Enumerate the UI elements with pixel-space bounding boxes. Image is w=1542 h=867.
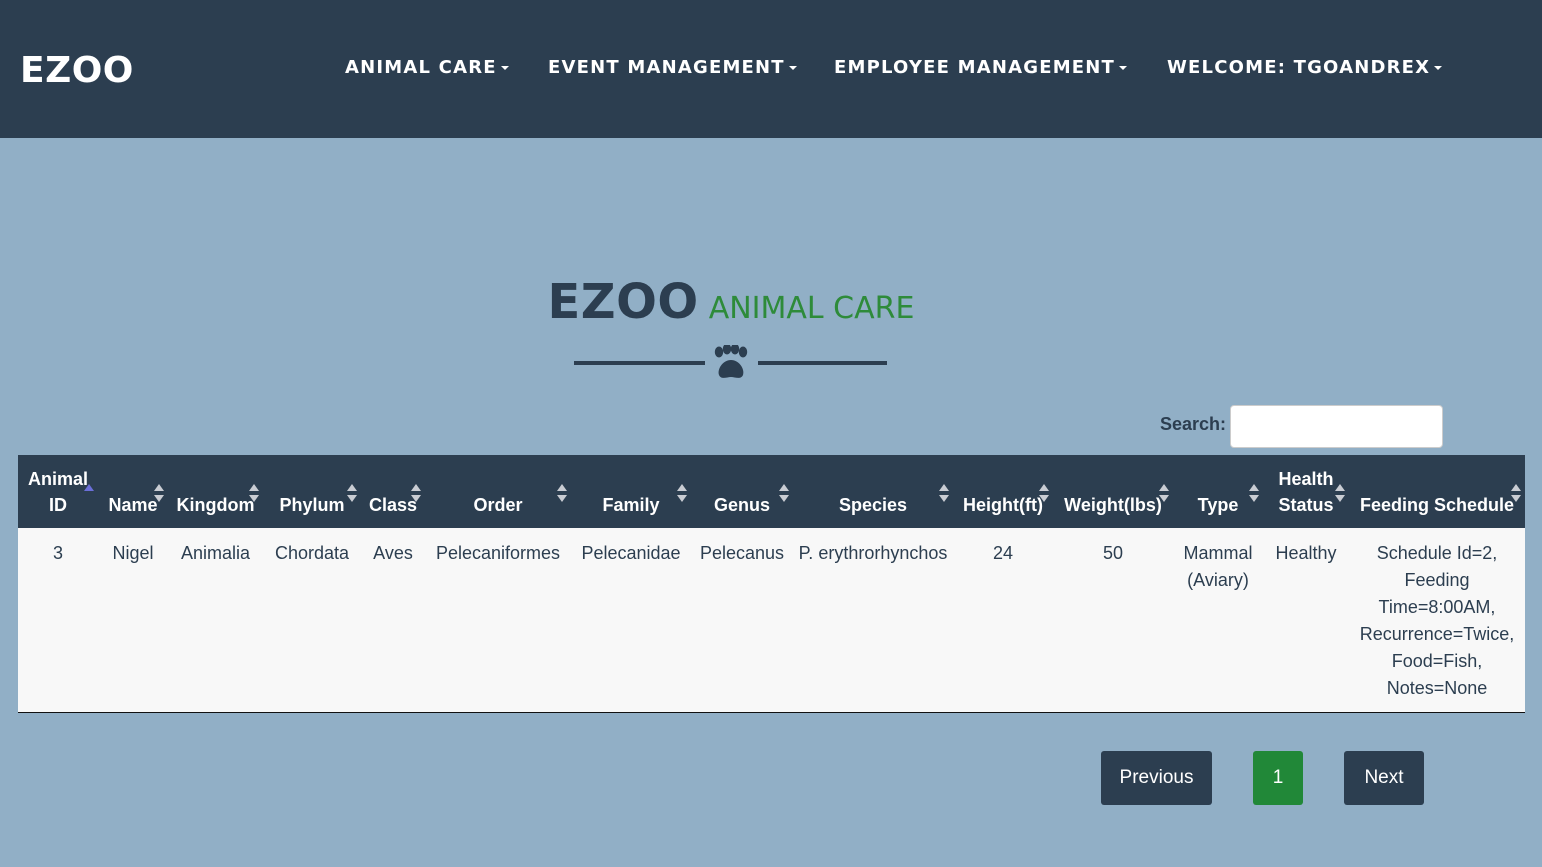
top-navbar: EZOO ANIMAL CARE EVENT MANAGEMENT EMPLOY… bbox=[0, 0, 1542, 138]
column-header-label: Genus bbox=[713, 495, 770, 515]
sort-both-icon bbox=[411, 484, 421, 502]
cell-type: Mammal (Aviary) bbox=[1173, 528, 1263, 713]
caret-down-icon bbox=[788, 66, 797, 70]
animal-table: Animal ID Name Kingdom Phylum Class Order… bbox=[18, 455, 1525, 713]
sort-both-icon bbox=[1511, 484, 1521, 502]
sort-both-icon bbox=[249, 484, 259, 502]
sort-both-icon bbox=[154, 484, 164, 502]
paw-icon bbox=[714, 345, 748, 378]
nav-event-management-dropdown[interactable]: EVENT MANAGEMENT bbox=[548, 57, 797, 78]
pagination-previous-button[interactable]: Previous bbox=[1101, 751, 1212, 805]
column-header-species[interactable]: Species bbox=[793, 455, 953, 528]
page-heading: EZOO ANIMAL CARE bbox=[0, 274, 1462, 330]
column-header-line1: Health bbox=[1278, 469, 1334, 489]
sort-both-icon bbox=[347, 484, 357, 502]
column-header-family[interactable]: Family bbox=[571, 455, 691, 528]
cell-phylum: Chordata bbox=[263, 528, 361, 713]
nav-animal-care-dropdown[interactable]: ANIMAL CARE bbox=[345, 57, 509, 78]
cell-class: Aves bbox=[361, 528, 425, 713]
heading-divider-left bbox=[574, 361, 705, 365]
search-input[interactable] bbox=[1230, 405, 1443, 448]
column-header-label: Height(ft) bbox=[963, 495, 1043, 515]
nav-event-management-label: EVENT MANAGEMENT bbox=[548, 57, 785, 78]
column-header-label: Feeding Schedule bbox=[1359, 495, 1515, 515]
brand-logo[interactable]: EZOO bbox=[20, 50, 134, 91]
cell-genus: Pelecanus bbox=[691, 528, 793, 713]
column-header-label: Type bbox=[1197, 495, 1239, 515]
cell-feeding-schedule: Schedule Id=2, Feeding Time=8:00AM, Recu… bbox=[1349, 528, 1525, 713]
cell-height: 24 bbox=[953, 528, 1053, 713]
sort-both-icon bbox=[939, 484, 949, 502]
column-header-label: Order bbox=[473, 495, 523, 515]
cell-species: P. erythrorhynchos bbox=[793, 528, 953, 713]
sort-both-icon bbox=[677, 484, 687, 502]
column-header-label: Phylum bbox=[279, 495, 345, 515]
column-header-label: Species bbox=[838, 495, 908, 515]
heading-divider-right bbox=[758, 361, 887, 365]
nav-user-welcome-dropdown[interactable]: WELCOME: TGOANDREX bbox=[1167, 57, 1443, 78]
column-header-type[interactable]: Type bbox=[1173, 455, 1263, 528]
nav-employee-management-label: EMPLOYEE MANAGEMENT bbox=[834, 57, 1116, 78]
column-header-label: Weight(lbs) bbox=[1064, 495, 1162, 515]
column-header-health-status[interactable]: Health Status bbox=[1263, 455, 1349, 528]
sort-both-icon bbox=[779, 484, 789, 502]
caret-down-icon bbox=[1119, 66, 1128, 70]
sort-both-icon bbox=[1335, 484, 1345, 502]
column-header-label: Family bbox=[602, 495, 660, 515]
column-header-line2: ID bbox=[49, 495, 67, 515]
column-header-order[interactable]: Order bbox=[425, 455, 571, 528]
table-header-row: Animal ID Name Kingdom Phylum Class Order… bbox=[18, 455, 1525, 528]
column-header-kingdom[interactable]: Kingdom bbox=[168, 455, 263, 528]
page-title: EZOO bbox=[547, 274, 699, 330]
column-header-height[interactable]: Height(ft) bbox=[953, 455, 1053, 528]
nav-animal-care-label: ANIMAL CARE bbox=[345, 57, 497, 78]
column-header-line2: Status bbox=[1278, 495, 1334, 515]
column-header-feeding-schedule[interactable]: Feeding Schedule bbox=[1349, 455, 1525, 528]
nav-user-welcome-label: WELCOME: TGOANDREX bbox=[1167, 57, 1431, 78]
pagination-page-1-button[interactable]: 1 bbox=[1253, 751, 1303, 805]
sort-both-icon bbox=[1249, 484, 1259, 502]
cell-name: Nigel bbox=[98, 528, 168, 713]
cell-order: Pelecaniformes bbox=[425, 528, 571, 713]
sort-both-icon bbox=[557, 484, 567, 502]
sort-both-icon bbox=[1159, 484, 1169, 502]
cell-weight: 50 bbox=[1053, 528, 1173, 713]
cell-family: Pelecanidae bbox=[571, 528, 691, 713]
column-header-line1: Animal bbox=[27, 469, 88, 489]
column-header-class[interactable]: Class bbox=[361, 455, 425, 528]
sort-both-icon bbox=[1039, 484, 1049, 502]
column-header-animal-id[interactable]: Animal ID bbox=[18, 455, 98, 528]
column-header-phylum[interactable]: Phylum bbox=[263, 455, 361, 528]
caret-down-icon bbox=[500, 66, 509, 70]
column-header-weight[interactable]: Weight(lbs) bbox=[1053, 455, 1173, 528]
cell-kingdom: Animalia bbox=[168, 528, 263, 713]
sort-ascending-icon bbox=[84, 484, 94, 502]
column-header-genus[interactable]: Genus bbox=[691, 455, 793, 528]
cell-animal-id: 3 bbox=[18, 528, 98, 713]
search-label: Search: bbox=[1160, 414, 1227, 434]
nav-employee-management-dropdown[interactable]: EMPLOYEE MANAGEMENT bbox=[834, 57, 1128, 78]
column-header-name[interactable]: Name bbox=[98, 455, 168, 528]
table-row: 3 Nigel Animalia Chordata Aves Pelecanif… bbox=[18, 528, 1525, 713]
page-subtitle: ANIMAL CARE bbox=[708, 291, 915, 326]
pagination-next-button[interactable]: Next bbox=[1344, 751, 1424, 805]
cell-health-status: Healthy bbox=[1263, 528, 1349, 713]
caret-down-icon bbox=[1434, 66, 1443, 70]
column-header-label: Kingdom bbox=[176, 495, 255, 515]
